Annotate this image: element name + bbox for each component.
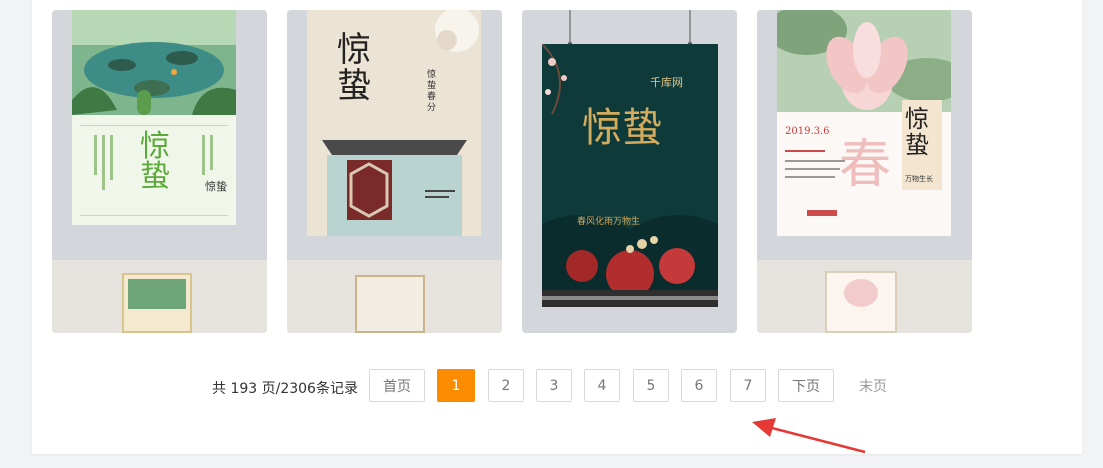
annotation-arrow-icon xyxy=(752,418,866,454)
